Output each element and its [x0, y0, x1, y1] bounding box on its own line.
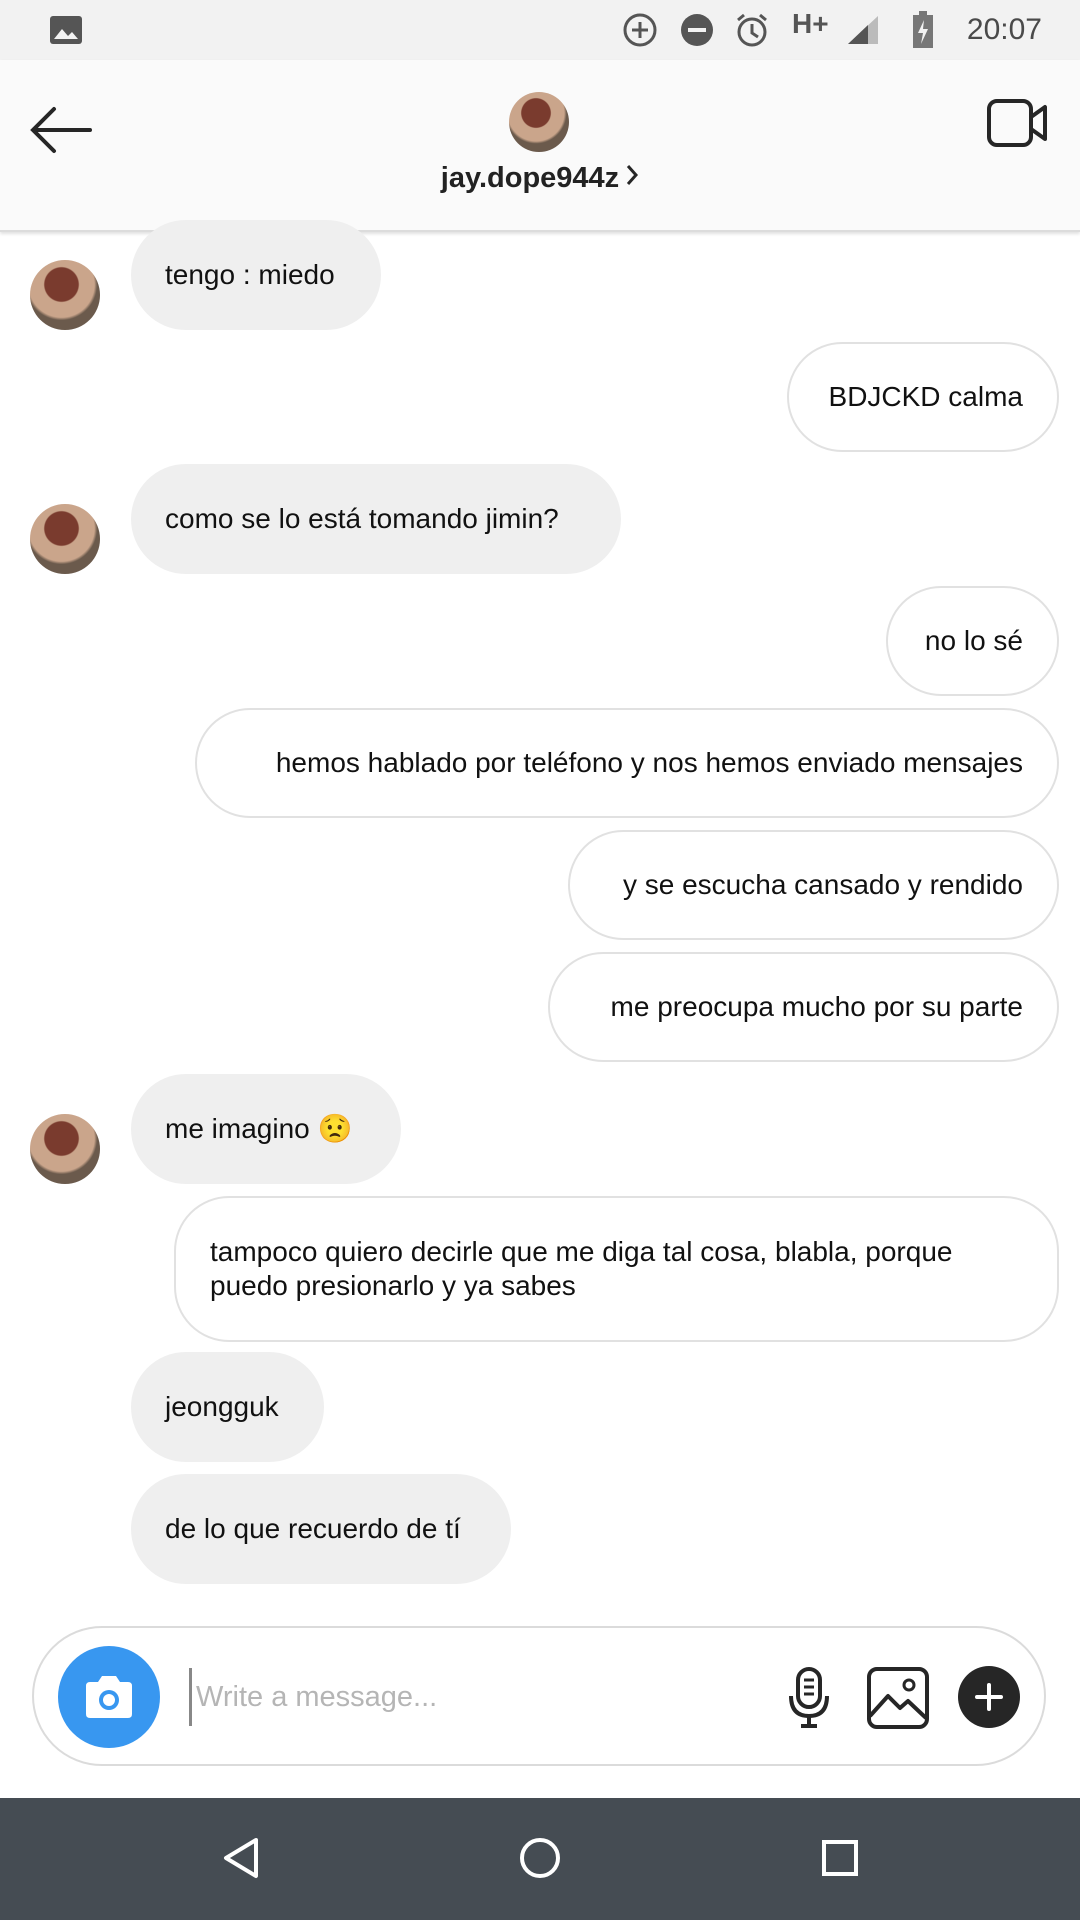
username: jay.dope944z — [440, 162, 620, 194]
message-bubble-outgoing[interactable]: y se escucha cansado y rendido — [568, 830, 1059, 940]
message-bubble-incoming[interactable]: me imagino 😟 — [131, 1074, 401, 1184]
microphone-icon — [789, 1667, 829, 1728]
data-saver-icon — [620, 0, 660, 60]
avatar — [30, 260, 100, 330]
home-circle-icon — [520, 1838, 560, 1878]
message-text: tengo : miedo — [165, 259, 335, 290]
gallery-icon — [867, 1667, 929, 1729]
message-input[interactable] — [189, 1668, 638, 1726]
back-button[interactable] — [26, 95, 96, 165]
message-text: y se escucha cansado y rendido — [622, 869, 1023, 900]
gallery-button[interactable] — [866, 1666, 930, 1730]
voice-message-button[interactable] — [779, 1666, 839, 1730]
message-text: me preocupa mucho por su parte — [610, 991, 1023, 1022]
network-type: H+ — [792, 8, 829, 39]
nav-recents-button[interactable] — [810, 1828, 870, 1888]
message-text: de lo que recuerdo de tí — [165, 1513, 461, 1544]
video-call-icon — [987, 99, 1047, 147]
plus-icon — [975, 1683, 1003, 1711]
message-text: jeongguk — [165, 1391, 279, 1422]
message-bubble-outgoing[interactable]: me preocupa mucho por su parte — [548, 952, 1059, 1062]
avatar[interactable] — [509, 92, 569, 152]
recents-square-icon — [822, 1840, 858, 1876]
alarm-icon — [732, 0, 772, 60]
message-text: tampoco quiero decirle que me diga tal c… — [210, 1236, 953, 1301]
message-text: hemos hablado por teléfono y nos hemos e… — [275, 747, 1023, 778]
do-not-disturb-icon — [677, 0, 717, 60]
message-text: no lo sé — [924, 625, 1023, 656]
status-bar: H+ 20:07 — [0, 0, 1080, 60]
username-link[interactable]: jay.dope944z — [0, 162, 1080, 195]
message-bubble-incoming[interactable]: jeongguk — [131, 1352, 324, 1462]
avatar — [30, 504, 100, 574]
camera-icon — [86, 1676, 132, 1718]
message-composer — [32, 1626, 1046, 1766]
battery-charging-icon — [908, 0, 938, 60]
message-bubble-outgoing[interactable]: no lo sé — [886, 586, 1059, 696]
message-bubble-outgoing[interactable]: hemos hablado por teléfono y nos hemos e… — [195, 708, 1059, 818]
chevron-right-icon — [625, 162, 639, 195]
more-options-button[interactable] — [958, 1666, 1020, 1728]
message-bubble-incoming[interactable]: como se lo está tomando jimin? — [131, 464, 621, 574]
avatar — [30, 1114, 100, 1184]
camera-button[interactable] — [58, 1646, 160, 1748]
image-icon — [46, 0, 86, 60]
nav-home-button[interactable] — [510, 1828, 570, 1888]
back-triangle-icon — [224, 1838, 258, 1878]
video-call-button[interactable] — [985, 95, 1051, 151]
message-text: me imagino 😟 — [165, 1113, 353, 1144]
clock: 20:07 — [966, 13, 1042, 46]
arrow-left-icon — [30, 107, 92, 153]
message-text: BDJCKD calma — [828, 381, 1023, 412]
signal-icon — [845, 0, 881, 60]
chat-header: jay.dope944z — [0, 60, 1080, 232]
nav-back-button[interactable] — [212, 1828, 272, 1888]
navigation-bar — [0, 1798, 1080, 1920]
message-bubble-incoming[interactable]: tengo : miedo — [131, 220, 381, 330]
message-bubble-incoming[interactable]: de lo que recuerdo de tí — [131, 1474, 511, 1584]
message-bubble-outgoing[interactable]: BDJCKD calma — [787, 342, 1059, 452]
message-text: como se lo está tomando jimin? — [165, 503, 559, 534]
message-bubble-outgoing[interactable]: tampoco quiero decirle que me diga tal c… — [174, 1196, 1059, 1342]
